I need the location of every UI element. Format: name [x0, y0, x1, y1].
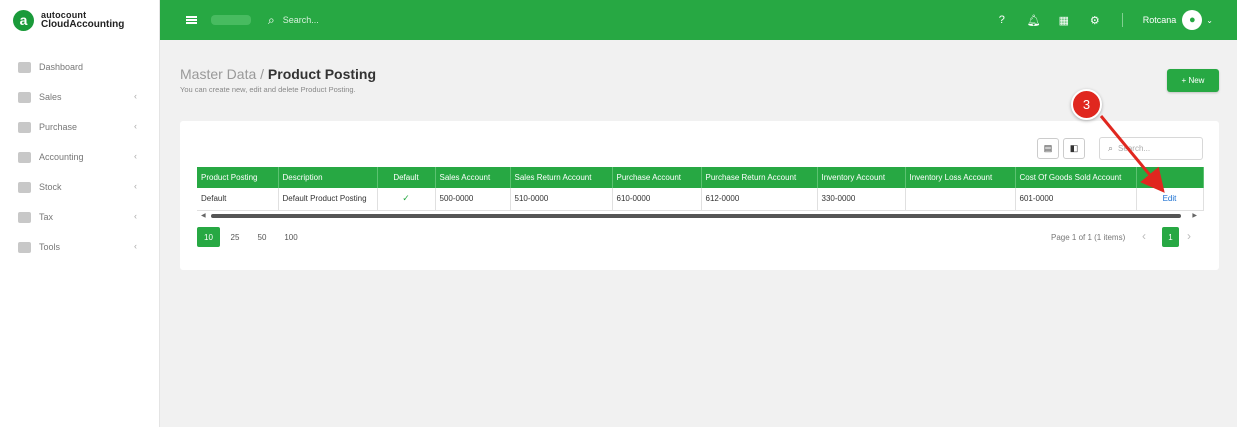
table-header-row: Product Posting Description Default Sale… — [197, 167, 1204, 188]
annotation-step-badge: 3 — [1071, 89, 1102, 120]
horizontal-scrollbar[interactable]: ◀ ▶ — [197, 212, 1203, 220]
page-size-10[interactable]: 10 — [197, 227, 220, 247]
sidebar-item-label: Stock — [39, 182, 62, 192]
chevron-left-icon: ‹ — [134, 91, 137, 101]
chevron-left-icon: ‹ — [134, 181, 137, 191]
search-icon: ⌕ — [1108, 143, 1114, 153]
sidebar-item-label: Sales — [39, 92, 62, 102]
user-name[interactable]: Rotcana — [1143, 15, 1177, 25]
column-header[interactable]: Description — [278, 167, 378, 188]
next-page-icon[interactable]: › — [1187, 229, 1191, 243]
cell-cogs-account: 601-0000 — [1015, 188, 1137, 211]
prev-page-icon[interactable]: ‹ — [1142, 229, 1146, 243]
chevron-left-icon: ‹ — [134, 241, 137, 251]
column-header[interactable]: Sales Account — [435, 167, 511, 188]
page-size-100[interactable]: 100 — [280, 227, 302, 247]
global-search-input[interactable]: Search... — [283, 15, 319, 25]
column-header[interactable]: Default — [377, 167, 436, 188]
table-row[interactable]: Default Default Product Posting ✓ 500-00… — [197, 188, 1204, 211]
sidebar-item-stock[interactable]: Stock ‹ — [0, 172, 159, 202]
page-size-50[interactable]: 50 — [253, 227, 271, 247]
avatar[interactable]: ● — [1182, 10, 1203, 30]
page-size-25[interactable]: 25 — [226, 227, 244, 247]
search-icon: ⌕ — [268, 12, 275, 27]
scroll-right-icon[interactable]: ▶ — [1192, 212, 1197, 219]
autocount-logo: a — [13, 9, 34, 31]
breadcrumb-parent: Master Data / — [180, 66, 268, 82]
page-title-text: Product Posting — [267, 66, 377, 82]
dashboard-icon — [18, 61, 31, 73]
sidebar-item-purchase[interactable]: Purchase ‹ — [0, 112, 159, 142]
export-button[interactable]: ▤ — [1037, 138, 1059, 159]
top-bar: ⌕ Search... ? 🔔︎ ▦ ⚙ Rotcana ● ⌄ — [160, 0, 1237, 40]
company-selector[interactable] — [211, 15, 251, 25]
sidebar-item-tax[interactable]: Tax ‹ — [0, 202, 159, 232]
help-icon[interactable]: ? — [996, 14, 1008, 26]
cell-inventory-loss-account — [905, 188, 1016, 211]
column-chooser-button[interactable]: ◧ — [1063, 138, 1085, 159]
brand[interactable]: a autocount CloudAccounting — [0, 0, 159, 40]
new-button[interactable]: + New — [1167, 69, 1219, 92]
chevron-left-icon: ‹ — [134, 121, 137, 131]
cell-product-posting: Default — [197, 188, 279, 211]
wrench-icon — [18, 241, 31, 253]
sidebar-item-sales[interactable]: Sales ‹ — [0, 82, 159, 112]
column-header-actions — [1136, 167, 1204, 188]
purchase-icon — [18, 121, 31, 133]
column-header[interactable]: Product Posting — [197, 167, 279, 188]
column-header[interactable]: Inventory Account — [817, 167, 906, 188]
brand-name-bottom: CloudAccounting — [41, 19, 125, 30]
scrollbar-thumb[interactable] — [211, 214, 1181, 218]
sidebar-item-dashboard[interactable]: Dashboard — [0, 52, 159, 82]
column-header[interactable]: Inventory Loss Account — [905, 167, 1016, 188]
apps-grid-icon[interactable]: ▦ — [1058, 14, 1070, 27]
sidebar-item-accounting[interactable]: Accounting ‹ — [0, 142, 159, 172]
product-posting-card: ▤ ◧ ⌕ Search... Product Posting Descript… — [180, 121, 1219, 270]
page-title: Master Data / Product Posting — [180, 66, 376, 82]
product-posting-table: Product Posting Description Default Sale… — [197, 167, 1204, 211]
chevron-left-icon: ‹ — [134, 151, 137, 161]
tax-icon — [18, 211, 31, 223]
sidebar: a autocount CloudAccounting Dashboard Sa… — [0, 0, 160, 427]
column-chooser-icon: ◧ — [1069, 143, 1079, 153]
sidebar-item-label: Tools — [39, 242, 61, 252]
sidebar-item-label: Accounting — [39, 152, 84, 162]
table-search-placeholder: Search... — [1118, 144, 1151, 153]
checkmark-icon: ✓ — [402, 193, 410, 204]
sidebar-nav: Dashboard Sales ‹ Purchase ‹ Accounting … — [0, 40, 159, 262]
sidebar-item-tools[interactable]: Tools ‹ — [0, 232, 159, 262]
column-header[interactable]: Cost Of Goods Sold Account — [1015, 167, 1137, 188]
cell-description: Default Product Posting — [278, 188, 378, 211]
chevron-left-icon: ‹ — [134, 211, 137, 221]
bell-icon[interactable]: 🔔︎ — [1027, 14, 1041, 27]
sales-icon — [18, 91, 31, 103]
sidebar-item-label: Dashboard — [39, 62, 84, 72]
sidebar-item-label: Purchase — [39, 122, 78, 132]
cell-purchase-account: 610-0000 — [612, 188, 702, 211]
accounting-icon — [18, 151, 31, 163]
scroll-left-icon[interactable]: ◀ — [201, 212, 206, 219]
column-header[interactable]: Purchase Account — [612, 167, 702, 188]
hamburger-menu-icon[interactable] — [186, 16, 197, 24]
divider — [1121, 13, 1123, 27]
cell-purchase-return-account: 612-0000 — [701, 188, 818, 211]
pagination-info: Page 1 of 1 (1 items) — [1051, 233, 1126, 242]
gear-icon[interactable]: ⚙ — [1089, 14, 1101, 27]
cell-sales-account: 500-0000 — [435, 188, 511, 211]
column-header[interactable]: Purchase Return Account — [701, 167, 818, 188]
chevron-down-icon[interactable]: ⌄ — [1206, 16, 1213, 25]
cell-sales-return-account: 510-0000 — [510, 188, 613, 211]
sidebar-item-label: Tax — [39, 212, 54, 222]
stock-icon — [18, 181, 31, 193]
cell-actions: Edit — [1136, 188, 1204, 211]
export-icon: ▤ — [1043, 143, 1053, 153]
cell-inventory-account: 330-0000 — [817, 188, 906, 211]
column-header[interactable]: Sales Return Account — [510, 167, 613, 188]
edit-link[interactable]: Edit — [1163, 194, 1177, 203]
page-subtitle: You can create new, edit and delete Prod… — [180, 85, 356, 94]
table-search-input[interactable]: ⌕ Search... — [1099, 137, 1203, 160]
page-number-current[interactable]: 1 — [1162, 227, 1179, 247]
cell-default: ✓ — [377, 188, 436, 211]
